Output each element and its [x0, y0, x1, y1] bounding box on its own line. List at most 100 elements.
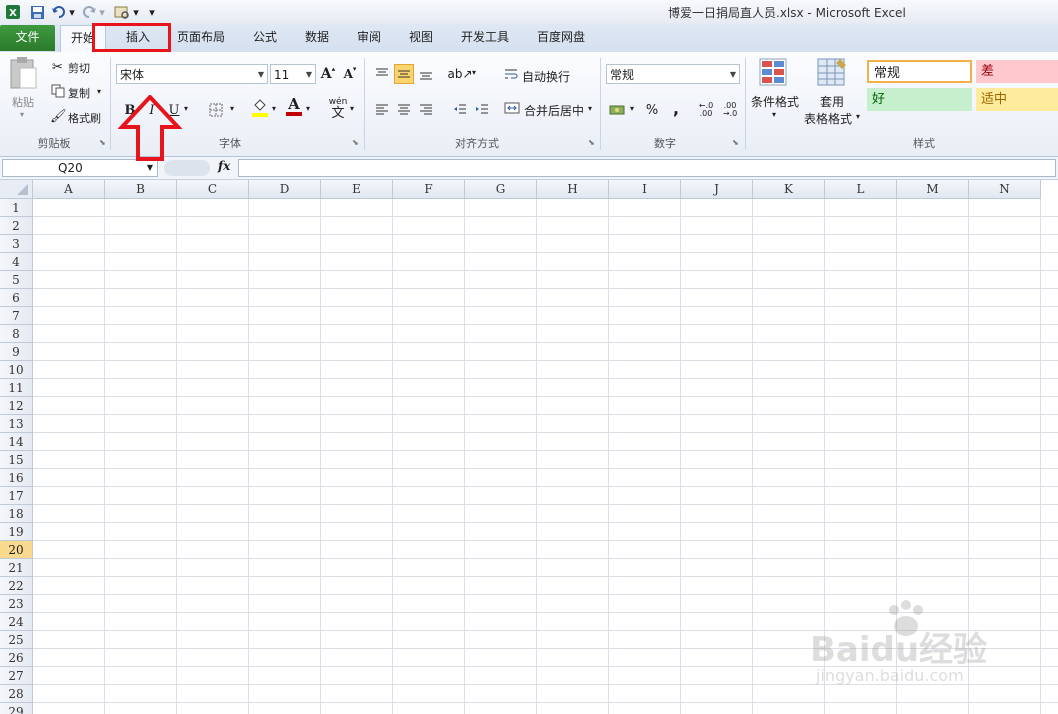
align-bottom-icon[interactable]: [416, 64, 436, 84]
column-header-j[interactable]: J: [681, 180, 753, 199]
undo-icon[interactable]: [50, 3, 68, 21]
align-left-icon[interactable]: [372, 100, 392, 120]
qa-dropdown-icon[interactable]: ▾: [132, 3, 140, 21]
redo-dropdown-icon[interactable]: ▾: [98, 3, 106, 21]
style-bad[interactable]: 差: [976, 60, 1058, 83]
copy-dropdown-icon[interactable]: ▾: [97, 87, 101, 96]
paste-button[interactable]: 粘贴: [12, 94, 34, 110]
font-color-dropdown-icon[interactable]: ▾: [306, 104, 310, 113]
column-header-g[interactable]: G: [465, 180, 537, 199]
currency-dropdown-icon[interactable]: ▾: [630, 104, 634, 113]
phonetic-guide-icon[interactable]: wén 文: [328, 98, 348, 121]
row-header-19[interactable]: 19: [0, 523, 33, 541]
row-header-10[interactable]: 10: [0, 361, 33, 379]
column-header-b[interactable]: B: [105, 180, 177, 199]
row-header-24[interactable]: 24: [0, 613, 33, 631]
row-header-3[interactable]: 3: [0, 235, 33, 253]
decrease-decimal-icon[interactable]: .00 →.0: [720, 100, 740, 120]
font-color-icon[interactable]: A: [284, 96, 304, 116]
save-icon[interactable]: [28, 3, 46, 21]
column-header-d[interactable]: D: [249, 180, 321, 199]
currency-icon[interactable]: [608, 100, 628, 120]
align-middle-icon[interactable]: [394, 64, 414, 84]
column-header-f[interactable]: F: [393, 180, 465, 199]
customize-icon[interactable]: ▾: [146, 3, 158, 21]
tab-formulas[interactable]: 公式: [244, 25, 286, 50]
column-header-m[interactable]: M: [897, 180, 969, 199]
row-header-18[interactable]: 18: [0, 505, 33, 523]
style-normal[interactable]: 常规: [867, 60, 972, 83]
row-header-7[interactable]: 7: [0, 307, 33, 325]
row-header-27[interactable]: 27: [0, 667, 33, 685]
row-header-8[interactable]: 8: [0, 325, 33, 343]
row-header-22[interactable]: 22: [0, 577, 33, 595]
row-header-9[interactable]: 9: [0, 343, 33, 361]
column-header-n[interactable]: N: [969, 180, 1041, 199]
tab-review[interactable]: 审阅: [348, 25, 390, 50]
tab-page-layout[interactable]: 页面布局: [170, 25, 232, 50]
row-header-26[interactable]: 26: [0, 649, 33, 667]
formula-input[interactable]: [238, 159, 1056, 177]
increase-decimal-icon[interactable]: ←.0.00: [696, 100, 716, 120]
tab-file[interactable]: 文件: [0, 25, 55, 51]
underline-dropdown-icon[interactable]: ▾: [184, 104, 188, 113]
print-preview-icon[interactable]: [112, 3, 132, 21]
column-header-i[interactable]: I: [609, 180, 681, 199]
copy-button[interactable]: 复制: [68, 85, 90, 101]
row-header-28[interactable]: 28: [0, 685, 33, 703]
clipboard-launcher-icon[interactable]: ⬊: [99, 138, 109, 148]
font-name-select[interactable]: 宋体 ▼: [116, 64, 268, 84]
cut-button[interactable]: 剪切: [68, 60, 90, 76]
conditional-formatting-button[interactable]: 条件格式: [751, 93, 799, 110]
fill-color-dropdown-icon[interactable]: ▾: [272, 104, 276, 113]
borders-dropdown-icon[interactable]: ▾: [230, 104, 234, 113]
row-header-20[interactable]: 20: [0, 541, 33, 559]
column-header-c[interactable]: C: [177, 180, 249, 199]
format-as-table-button[interactable]: 表格格式: [804, 110, 852, 127]
row-header-6[interactable]: 6: [0, 289, 33, 307]
row-header-17[interactable]: 17: [0, 487, 33, 505]
row-header-23[interactable]: 23: [0, 595, 33, 613]
comma-style-button[interactable]: ,: [666, 98, 686, 118]
column-header-a[interactable]: A: [33, 180, 105, 199]
wrap-text-button[interactable]: 自动换行: [522, 68, 570, 85]
row-header-21[interactable]: 21: [0, 559, 33, 577]
column-header-l[interactable]: L: [825, 180, 897, 199]
merge-center-dropdown-icon[interactable]: ▾: [588, 104, 592, 113]
grow-font-button[interactable]: A ▴: [318, 64, 338, 84]
align-top-icon[interactable]: [372, 64, 392, 84]
row-header-5[interactable]: 5: [0, 271, 33, 289]
style-good[interactable]: 好: [867, 88, 972, 111]
increase-indent-icon[interactable]: [472, 100, 492, 120]
font-launcher-icon[interactable]: ⬊: [352, 138, 362, 148]
shrink-font-button[interactable]: A ▾: [340, 64, 360, 84]
row-header-12[interactable]: 12: [0, 397, 33, 415]
borders-icon[interactable]: [206, 100, 226, 120]
row-header-13[interactable]: 13: [0, 415, 33, 433]
column-header-h[interactable]: H: [537, 180, 609, 199]
paste-icon[interactable]: [8, 56, 40, 96]
align-right-icon[interactable]: [416, 100, 436, 120]
decrease-indent-icon[interactable]: [450, 100, 470, 120]
column-header-k[interactable]: K: [753, 180, 825, 199]
number-launcher-icon[interactable]: ⬊: [732, 138, 742, 148]
paste-dropdown-icon[interactable]: ▾: [20, 110, 24, 119]
row-header-1[interactable]: 1: [0, 199, 33, 217]
tab-data[interactable]: 数据: [296, 25, 338, 50]
phonetic-dropdown-icon[interactable]: ▾: [350, 104, 354, 113]
row-header-29[interactable]: 29: [0, 703, 33, 714]
row-header-4[interactable]: 4: [0, 253, 33, 271]
orientation-icon[interactable]: ab↗: [447, 64, 472, 84]
row-header-15[interactable]: 15: [0, 451, 33, 469]
format-painter-button[interactable]: 格式刷: [68, 110, 101, 126]
format-as-table-label-1[interactable]: 套用: [820, 93, 844, 110]
merge-center-button[interactable]: 合并后居中: [524, 102, 584, 119]
font-size-select[interactable]: 11 ▼: [270, 64, 316, 84]
row-header-11[interactable]: 11: [0, 379, 33, 397]
select-all-button[interactable]: [0, 180, 33, 199]
number-format-select[interactable]: 常规 ▼: [606, 64, 740, 84]
column-header-e[interactable]: E: [321, 180, 393, 199]
row-header-25[interactable]: 25: [0, 631, 33, 649]
excel-logo-icon[interactable]: X: [4, 3, 22, 21]
format-as-table-dropdown-icon[interactable]: ▾: [856, 112, 860, 121]
